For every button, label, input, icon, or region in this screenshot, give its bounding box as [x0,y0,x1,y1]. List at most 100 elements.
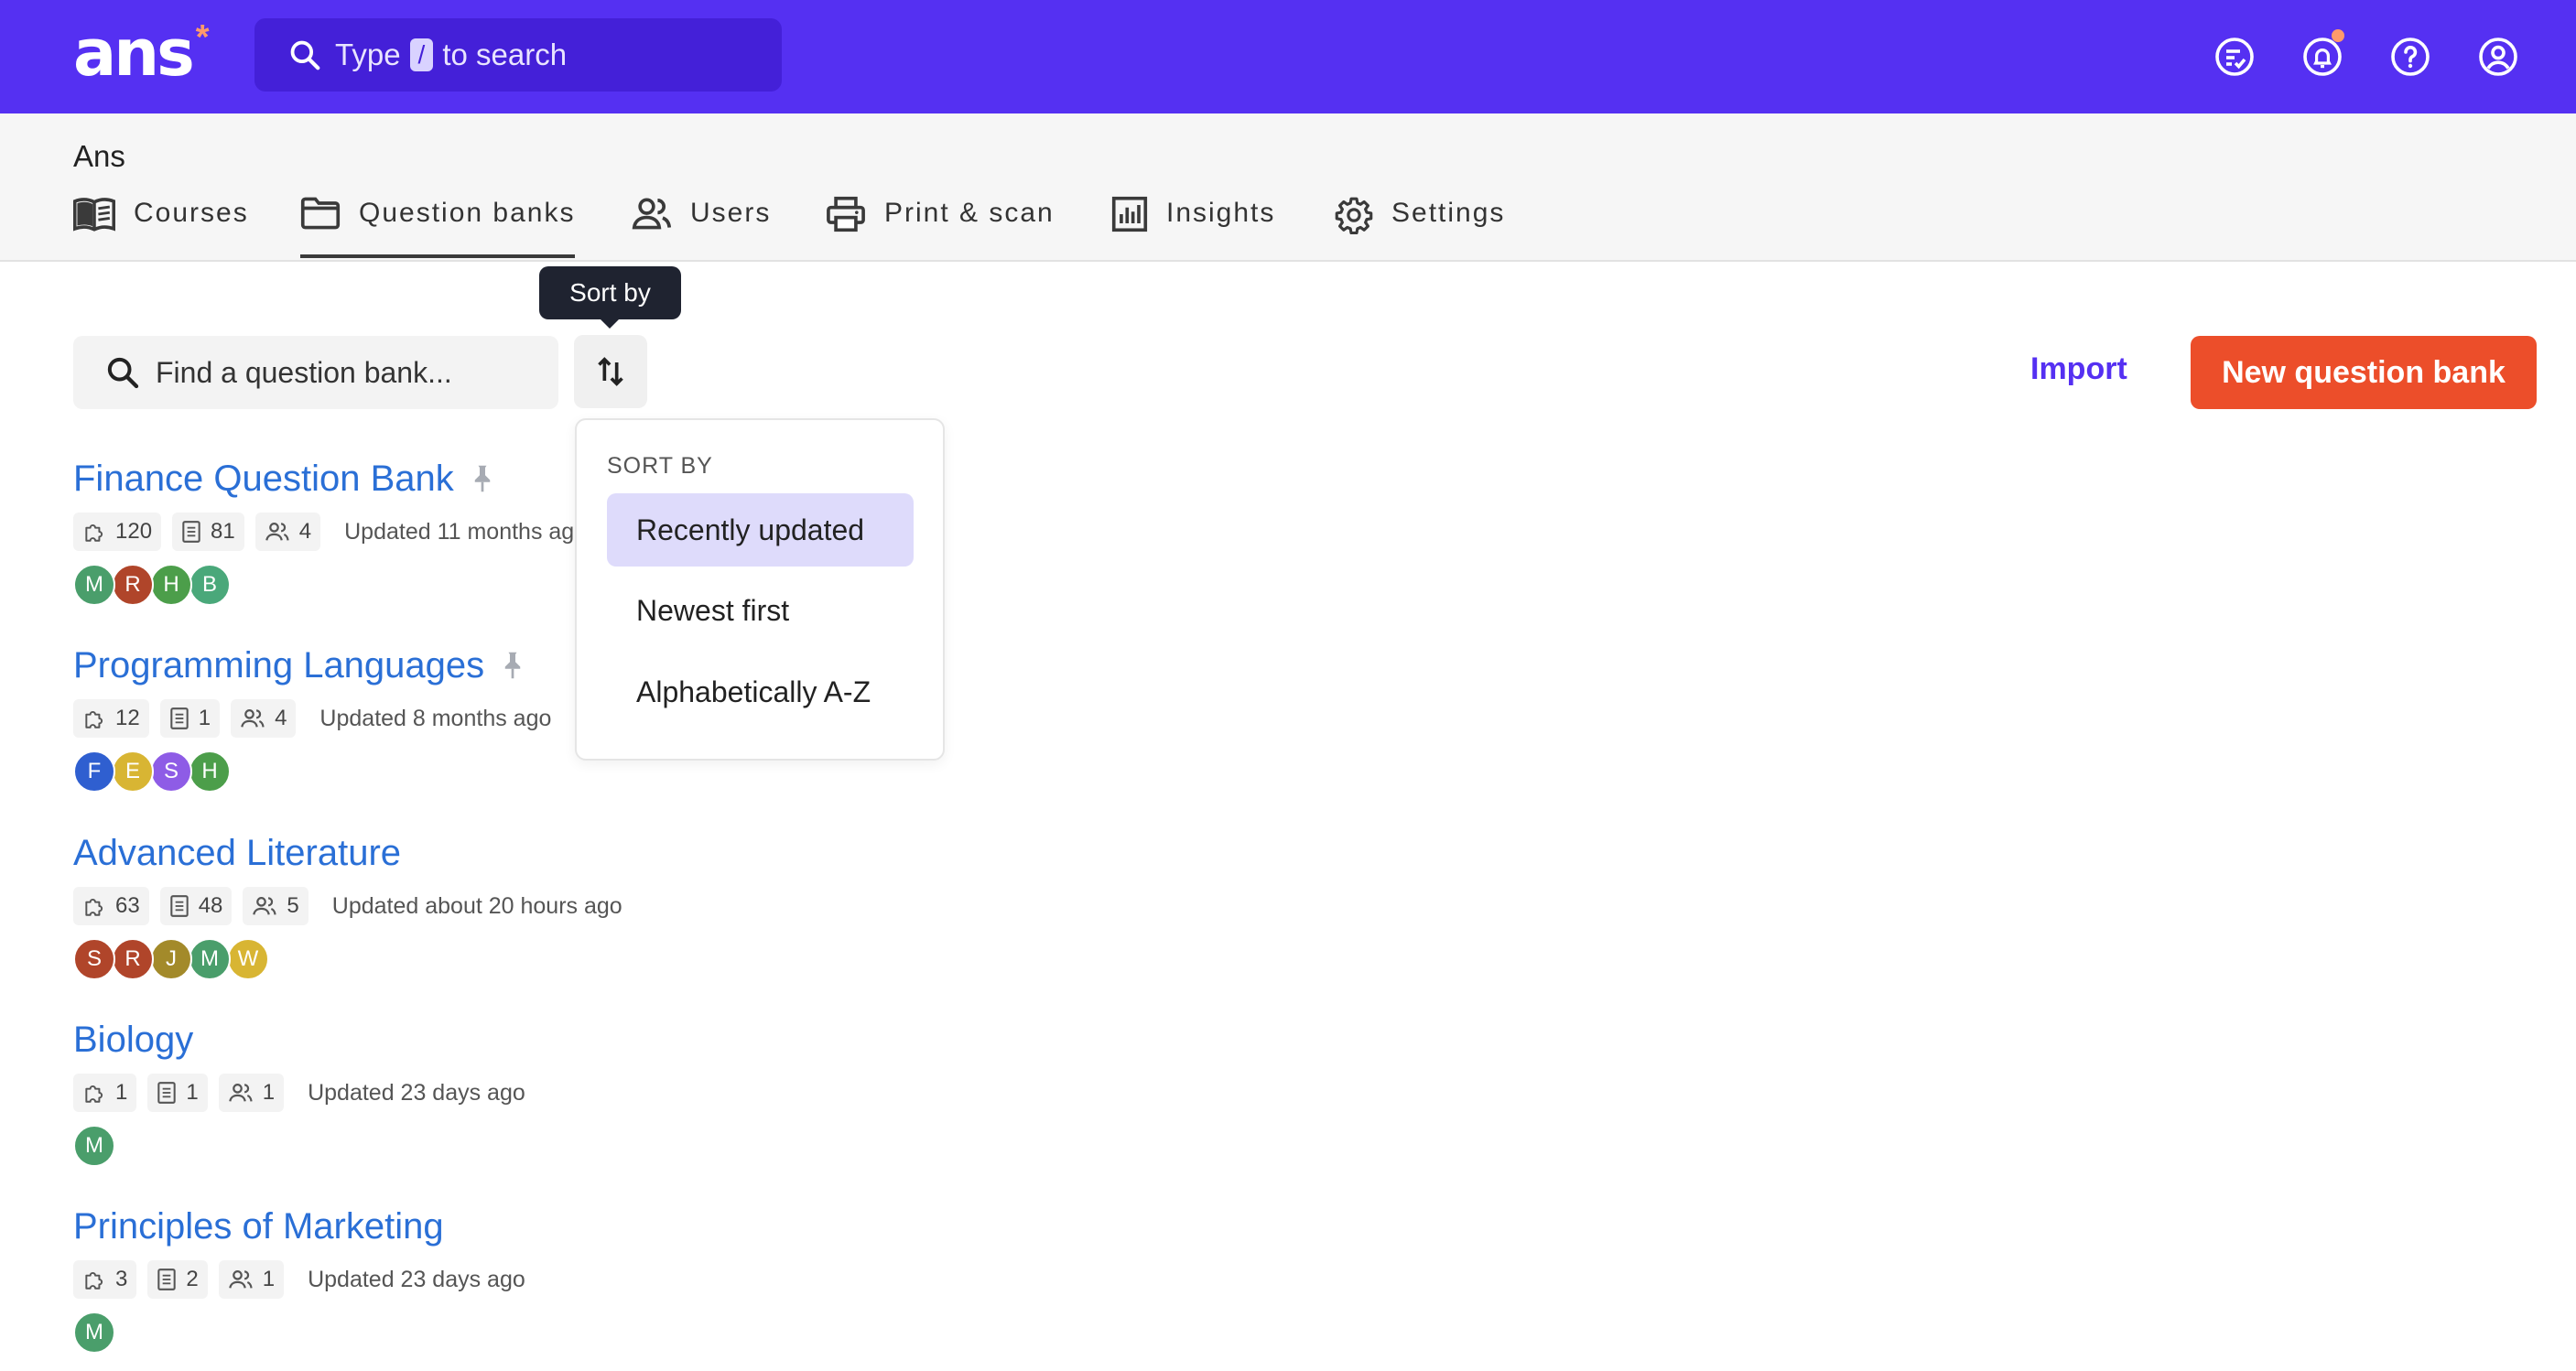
pin-icon[interactable] [499,650,526,681]
import-button[interactable]: Import [2030,351,2127,387]
question-bank-item: Programming Languages 12 1 4 Updated 8 month… [73,641,551,793]
question-bank-item: Finance Question Bank 120 81 4 Updated 11 mo… [73,454,587,606]
questions-count-badge: 63 [73,887,149,925]
gear-icon [1335,197,1373,234]
users-icon [228,1082,263,1104]
avatar[interactable]: H [189,750,231,793]
updated-timestamp: Updated 8 months ago [319,705,552,731]
new-question-bank-button[interactable]: New question bank [2191,336,2537,409]
account-icon[interactable] [2476,35,2520,79]
exercises-count-badge: 2 [147,1260,208,1299]
tab-insights[interactable]: Insights [1111,196,1276,258]
exercises-count: 2 [186,1267,199,1291]
avatar[interactable]: M [189,938,231,980]
users-icon [252,895,287,917]
search-icon [104,354,141,391]
avatar[interactable]: J [150,938,192,980]
avatar[interactable]: W [227,938,269,980]
puzzle-icon [82,707,115,730]
document-icon [157,1081,186,1105]
global-search-box[interactable]: Type / to search [254,18,782,92]
puzzle-icon [82,520,115,544]
question-bank-title[interactable]: Finance Question Bank [73,459,454,500]
avatar[interactable]: M [73,1125,115,1167]
tab-print-scan-label: Print & scan [884,198,1055,228]
organization-name: Ans [73,139,125,173]
question-bank-search-input[interactable]: Find a question bank... [73,336,558,409]
help-icon[interactable] [2388,35,2432,79]
chart-icon [1111,196,1148,232]
question-bank-title[interactable]: Advanced Literature [73,833,401,874]
avatar[interactable]: E [112,750,154,793]
tab-users[interactable]: Users [632,198,771,258]
exercises-count-badge: 1 [159,699,221,738]
puzzle-icon [82,1081,115,1105]
tab-print-scan[interactable]: Print & scan [826,196,1055,258]
pin-icon[interactable] [469,463,496,494]
puzzle-icon [82,894,115,918]
member-avatars: SRJMW [73,938,622,980]
question-bank-item: Principles of Marketing 3 2 1 Updated 23 day… [73,1202,525,1354]
member-avatars: M [73,1312,525,1354]
members-count-badge: 5 [243,887,308,925]
bell-icon[interactable] [2300,29,2344,79]
questions-count-badge: 1 [73,1074,137,1112]
member-avatars: FESH [73,750,551,793]
exercises-count-badge: 48 [159,887,233,925]
members-count-badge: 4 [254,513,321,551]
questions-count: 120 [115,519,153,544]
avatar[interactable]: S [73,938,115,980]
document-icon [181,520,211,544]
avatar[interactable]: R [112,938,154,980]
tab-settings-label: Settings [1391,198,1506,228]
tab-settings[interactable]: Settings [1335,197,1506,258]
ans-logo[interactable]: ans * [73,16,210,90]
questions-count: 3 [115,1267,128,1291]
question-bank-item: Advanced Literature 63 48 5 Updated about 20… [73,828,622,980]
folder-icon [300,197,341,230]
exercises-count-badge: 1 [147,1074,208,1112]
question-bank-title[interactable]: Principles of Marketing [73,1206,444,1247]
members-count-badge: 4 [231,699,297,738]
tab-courses[interactable]: Courses [73,198,249,258]
avatar[interactable]: M [73,1312,115,1354]
tab-question-banks-label: Question banks [359,198,576,228]
book-icon [73,198,115,232]
sort-option-newest-first[interactable]: Newest first [607,574,914,647]
questions-count-badge: 120 [73,513,162,551]
members-count: 1 [262,1080,276,1105]
avatar[interactable]: H [150,564,192,606]
questions-count: 1 [115,1080,128,1105]
document-icon [169,707,199,730]
avatar[interactable]: F [73,750,115,793]
question-bank-title[interactable]: Biology [73,1020,193,1061]
puzzle-icon [82,1268,115,1291]
avatar[interactable]: S [150,750,192,793]
avatar[interactable]: R [112,564,154,606]
document-icon [157,1268,186,1291]
tab-insights-label: Insights [1166,198,1276,228]
question-bank-title[interactable]: Programming Languages [73,645,484,686]
top-navigation-bar: ans * Type / to search [0,0,2576,113]
sort-button[interactable] [574,335,647,408]
printer-icon [827,196,865,232]
sort-dropdown-menu: SORT BY Recently updated Newest first Al… [575,418,945,761]
users-icon [240,707,275,729]
sort-menu-header: SORT BY [607,453,713,479]
document-icon [169,894,199,918]
users-icon [632,198,672,230]
members-count-badge: 1 [218,1074,285,1112]
tab-question-banks[interactable]: Question banks [300,197,576,258]
users-icon [228,1268,263,1290]
questions-count-badge: 3 [73,1260,137,1299]
sort-option-recently-updated[interactable]: Recently updated [607,493,914,567]
sort-option-alphabetical[interactable]: Alphabetically A-Z [607,655,914,729]
members-count: 1 [262,1267,276,1291]
avatar[interactable]: M [73,564,115,606]
assignments-icon[interactable] [2213,35,2257,79]
avatar[interactable]: B [189,564,231,606]
tab-courses-label: Courses [134,198,249,228]
member-avatars: M [73,1125,525,1167]
notification-dot [2332,29,2344,42]
users-icon [265,521,299,543]
